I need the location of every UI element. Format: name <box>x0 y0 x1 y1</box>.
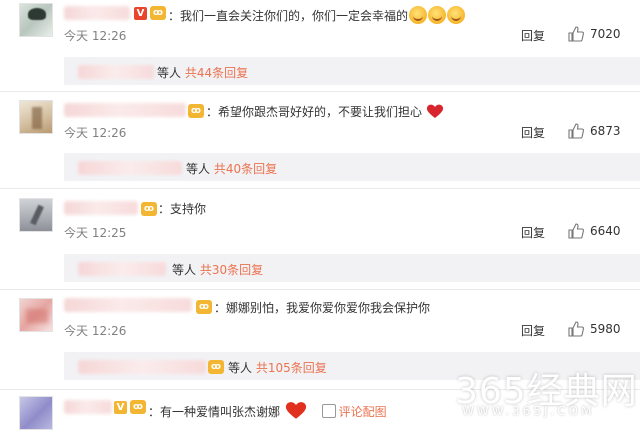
replies-suffix: 等人 <box>228 361 253 375</box>
replies-summary-text: 等人 共44条回复 <box>157 64 248 81</box>
reply-usernames-blurred <box>78 65 154 79</box>
comment-time: 今天 12:26 <box>64 324 127 338</box>
reply-usernames-blurred <box>78 262 166 276</box>
image-icon <box>321 404 336 418</box>
replies-summary[interactable]: 等人 共40条回复 <box>64 153 640 181</box>
like-count: 7020 <box>590 27 621 41</box>
comment-text: ：希望你跟杰哥好好的，不要让我们担心 <box>206 105 423 119</box>
comment-time: 今天 12:26 <box>64 126 127 140</box>
comment-text: ：娜娜别怕，我爱你爱你爱你我会保护你 <box>214 301 431 315</box>
replies-total-link[interactable]: 共105条回复 <box>256 361 327 375</box>
replies-summary[interactable]: 等人 共44条回复 <box>64 57 640 85</box>
comment-text: ：有一种爱情叫张杰谢娜 <box>148 405 281 419</box>
divider <box>0 188 640 189</box>
comment-text: ：支持你 <box>158 202 207 216</box>
smile-emoji-icon <box>409 6 428 24</box>
username-blurred[interactable] <box>64 298 192 312</box>
avatar[interactable] <box>19 298 53 332</box>
vip-badge-icon: ꝏ <box>141 202 157 216</box>
replies-summary-text: 等人 共40条回复 <box>186 160 277 177</box>
comment-time: 今天 12:26 <box>64 29 127 43</box>
reply-usernames-blurred <box>78 360 206 374</box>
comment-time: 今天 12:25 <box>64 226 127 240</box>
reply-button[interactable]: 回复 <box>521 224 545 241</box>
heart-emoji-icon <box>285 402 306 419</box>
replies-total-link[interactable]: 共30条回复 <box>200 263 263 277</box>
avatar[interactable] <box>19 198 53 232</box>
username-blurred[interactable] <box>64 400 112 414</box>
replies-summary[interactable]: 等人 共30条回复 <box>64 254 640 282</box>
vip-badge-icon: ꝏ <box>208 360 224 374</box>
vip-badge-icon: ꝏ <box>188 104 204 118</box>
watermark-url: WWW.365J.COM <box>462 404 595 418</box>
vip-badge-icon: ꝏ <box>150 6 166 20</box>
avatar[interactable] <box>19 100 53 134</box>
thumbs-up-icon[interactable] <box>568 223 584 239</box>
like-count: 6640 <box>590 224 621 238</box>
thumbs-up-icon[interactable] <box>568 123 584 139</box>
smile-emoji-icon <box>428 6 447 24</box>
replies-summary-text: 等人 共105条回复 <box>228 359 327 376</box>
heart-emoji-icon <box>426 104 443 118</box>
smile-emoji-icon <box>447 6 466 24</box>
thumbs-up-icon[interactable] <box>568 26 584 42</box>
replies-summary-text: 等人 共30条回复 <box>172 261 263 278</box>
vip-badge-icon: ꝏ <box>196 300 212 314</box>
divider <box>0 289 640 290</box>
replies-suffix: 等人 <box>157 66 182 80</box>
like-count: 6873 <box>590 124 621 138</box>
reply-button[interactable]: 回复 <box>521 322 545 339</box>
thumbs-up-icon[interactable] <box>568 321 584 337</box>
replies-total-link[interactable]: 共44条回复 <box>185 66 248 80</box>
replies-suffix: 等人 <box>172 263 197 277</box>
avatar[interactable] <box>19 396 53 430</box>
replies-suffix: 等人 <box>186 162 211 176</box>
like-count: 5980 <box>590 322 621 336</box>
username-blurred[interactable] <box>64 6 130 20</box>
comment-text-row: ：有一种爱情叫张杰谢娜 评论配图 <box>148 400 387 420</box>
username-blurred[interactable] <box>64 103 186 117</box>
verified-badge-icon: V <box>114 401 127 414</box>
divider <box>0 91 640 92</box>
reply-button[interactable]: 回复 <box>521 27 545 44</box>
comment-text: ：我们一直会关注你们的，你们一定会幸福的 <box>168 9 409 23</box>
comment-image-link[interactable]: 评论配图 <box>339 405 387 419</box>
verified-badge-icon: V <box>134 7 147 20</box>
avatar[interactable] <box>19 3 53 37</box>
vip-badge-icon: ꝏ <box>130 400 146 414</box>
comment-text-row: ：支持你 <box>158 201 206 217</box>
reply-usernames-blurred <box>78 161 182 175</box>
replies-total-link[interactable]: 共40条回复 <box>214 162 277 176</box>
comment-text-row: ：希望你跟杰哥好好的，不要让我们担心 <box>206 103 444 120</box>
comment-text-row: ：我们一直会关注你们的，你们一定会幸福的 <box>168 6 466 24</box>
username-blurred[interactable] <box>64 201 138 215</box>
reply-button[interactable]: 回复 <box>521 124 545 141</box>
comment-text-row: ：娜娜别怕，我爱你爱你爱你我会保护你 <box>214 300 430 316</box>
